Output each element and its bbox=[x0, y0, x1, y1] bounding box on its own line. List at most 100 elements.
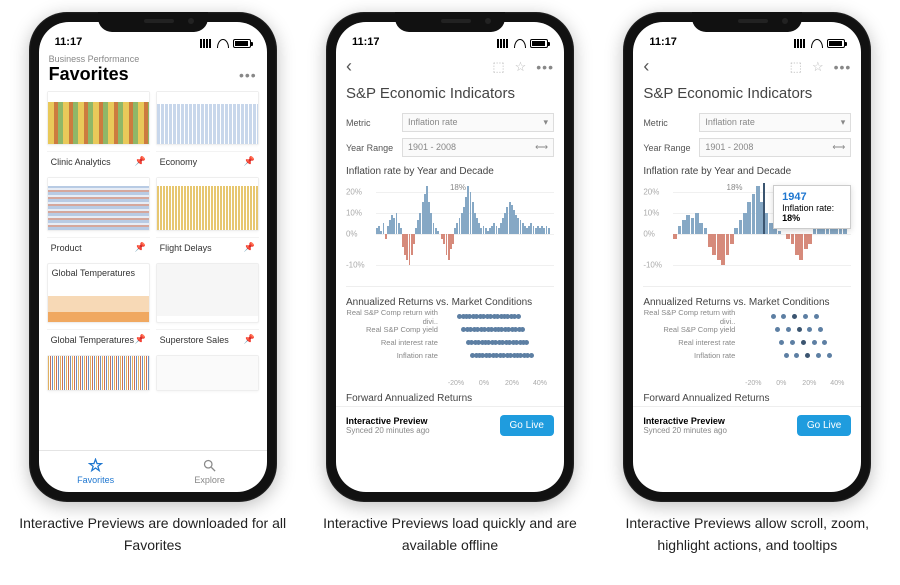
signal-icon bbox=[497, 39, 510, 48]
tooltip-year: 1947 bbox=[782, 191, 842, 203]
phone-frame: 11:17 ‹ ⬚ ☆ ••• S&P Economic Indicators bbox=[326, 12, 574, 502]
tab-label: Favorites bbox=[77, 475, 114, 485]
pin-icon[interactable]: 📌 bbox=[134, 156, 145, 167]
col-1: 11:17 Business Performance Favorites ••• bbox=[8, 12, 297, 557]
favorites-grid[interactable]: Clinic Analytics📌 Economy📌 Product📌 Flig… bbox=[39, 91, 267, 450]
star-icon bbox=[88, 458, 103, 473]
breadcrumb[interactable]: Business Performance bbox=[39, 50, 267, 64]
tab-bar: Favorites Explore bbox=[39, 450, 267, 492]
more-icon[interactable]: ••• bbox=[536, 59, 554, 75]
notch bbox=[692, 12, 802, 32]
dashboard-card[interactable]: Global Temperatures bbox=[47, 263, 150, 323]
metric-select[interactable]: Inflation rate ▾ bbox=[699, 113, 851, 132]
footer-text: Interactive Preview Synced 20 minutes ag… bbox=[346, 416, 430, 435]
go-live-button[interactable]: Go Live bbox=[797, 415, 851, 436]
search-icon bbox=[202, 458, 217, 473]
thumbnail bbox=[48, 178, 149, 230]
dashboard-card[interactable] bbox=[156, 355, 259, 391]
y-tick: 0% bbox=[346, 229, 358, 238]
clock: 11:17 bbox=[352, 36, 380, 48]
status-icons bbox=[200, 39, 251, 48]
dashboard-card[interactable] bbox=[47, 177, 150, 231]
pin-icon[interactable]: 📌 bbox=[134, 242, 145, 253]
dashboard-card[interactable] bbox=[47, 91, 150, 145]
range-select[interactable]: 1901 - 2008⟷ bbox=[699, 138, 851, 157]
section-title: Inflation rate by Year and Decade bbox=[633, 160, 861, 179]
wifi-icon bbox=[811, 39, 823, 48]
card-label: Global Temperatures bbox=[51, 335, 134, 345]
clock: 11:17 bbox=[649, 36, 677, 48]
download-icon[interactable]: ⬚ bbox=[790, 59, 802, 75]
preview-footer: Interactive Preview Synced 20 minutes ag… bbox=[633, 406, 861, 444]
go-live-button[interactable]: Go Live bbox=[500, 415, 554, 436]
tooltip-value: 18% bbox=[782, 213, 800, 223]
nav-row: ‹ ⬚ ☆ ••• bbox=[336, 50, 564, 81]
more-icon[interactable]: ••• bbox=[834, 59, 852, 75]
tab-explore[interactable]: Explore bbox=[153, 451, 267, 492]
signal-icon bbox=[200, 39, 213, 48]
returns-dotplot[interactable]: Real S&P Comp return with divi..Real S&P… bbox=[643, 310, 851, 374]
pin-icon[interactable]: 📌 bbox=[243, 242, 254, 253]
y-tick: 0% bbox=[643, 229, 655, 238]
notch bbox=[98, 12, 208, 32]
preview-title: Interactive Preview bbox=[346, 416, 430, 426]
clock: 11:17 bbox=[55, 36, 83, 48]
phone-frame: 11:17 Business Performance Favorites ••• bbox=[29, 12, 277, 502]
preview-footer: Interactive Preview Synced 20 minutes ag… bbox=[336, 406, 564, 444]
tooltip: 1947 Inflation rate: 18% bbox=[773, 185, 851, 229]
select-value: Inflation rate bbox=[408, 117, 458, 128]
thumbnail bbox=[157, 264, 258, 316]
battery-icon bbox=[233, 39, 251, 48]
pin-icon[interactable]: 📌 bbox=[243, 156, 254, 167]
inflation-chart[interactable]: 20% 10% 0% -10% 18% bbox=[346, 181, 554, 287]
wifi-icon bbox=[514, 39, 526, 48]
caption: Interactive Previews load quickly and ar… bbox=[310, 512, 590, 557]
filter-range: Year Range 1901 - 2008⟷ bbox=[336, 135, 564, 160]
content: Business Performance Favorites ••• Clini… bbox=[39, 50, 267, 492]
back-icon[interactable]: ‹ bbox=[643, 56, 649, 77]
card-label: Clinic Analytics bbox=[51, 157, 111, 167]
star-outline-icon[interactable]: ☆ bbox=[812, 59, 824, 75]
select-value: Inflation rate bbox=[705, 117, 755, 128]
caption: Interactive Previews are downloaded for … bbox=[13, 512, 293, 557]
y-tick: 10% bbox=[346, 208, 362, 217]
bars bbox=[376, 181, 550, 286]
dotplot-axis: -20%0%20%40% bbox=[643, 380, 851, 387]
thumbnail bbox=[157, 356, 258, 390]
screen: 11:17 ‹ ⬚ ☆ ••• S&P Economic Indicators bbox=[633, 22, 861, 492]
signal-icon bbox=[794, 39, 807, 48]
chevron-down-icon: ▾ bbox=[841, 117, 846, 128]
content: ‹ ⬚ ☆ ••• S&P Economic Indicators Metric… bbox=[633, 50, 861, 492]
card-label: Superstore Sales bbox=[160, 335, 229, 345]
chevron-down-icon: ▾ bbox=[543, 117, 548, 128]
download-icon[interactable]: ⬚ bbox=[492, 59, 504, 75]
y-tick: 20% bbox=[346, 187, 362, 196]
dashboard-card[interactable] bbox=[47, 355, 150, 391]
filter-label: Metric bbox=[346, 118, 396, 128]
filter-metric: Metric Inflation rate ▾ bbox=[336, 110, 564, 135]
filter-metric: Metric Inflation rate▾ bbox=[633, 110, 861, 135]
inflation-chart[interactable]: 20% 10% 0% -10% 18% 1947 Inflation rate:… bbox=[643, 181, 851, 287]
card-label: Product bbox=[51, 243, 82, 253]
returns-dotplot[interactable]: Real S&P Comp return with divi..Real S&P… bbox=[346, 310, 554, 374]
dashboard-card[interactable] bbox=[156, 177, 259, 231]
pin-icon[interactable]: 📌 bbox=[134, 334, 145, 345]
filter-label: Year Range bbox=[346, 143, 396, 153]
dotplot-axis: -20%0%20%40% bbox=[346, 380, 554, 387]
tab-label: Explore bbox=[194, 475, 225, 485]
y-tick: -10% bbox=[643, 261, 662, 270]
footer-text: Interactive Preview Synced 20 minutes ag… bbox=[643, 416, 727, 435]
card-label: Flight Delays bbox=[160, 243, 212, 253]
tooltip-label: Inflation rate: bbox=[782, 203, 834, 213]
wifi-icon bbox=[217, 39, 229, 48]
back-icon[interactable]: ‹ bbox=[346, 56, 352, 77]
star-outline-icon[interactable]: ☆ bbox=[515, 59, 527, 75]
pin-icon[interactable]: 📌 bbox=[243, 334, 254, 345]
dashboard-card[interactable] bbox=[156, 91, 259, 145]
range-select[interactable]: 1901 - 2008⟷ bbox=[402, 138, 554, 157]
metric-select[interactable]: Inflation rate ▾ bbox=[402, 113, 554, 132]
tab-favorites[interactable]: Favorites bbox=[39, 451, 153, 492]
dashboard-card[interactable] bbox=[156, 263, 259, 323]
more-icon[interactable]: ••• bbox=[239, 67, 257, 83]
preview-sub: Synced 20 minutes ago bbox=[643, 426, 727, 435]
